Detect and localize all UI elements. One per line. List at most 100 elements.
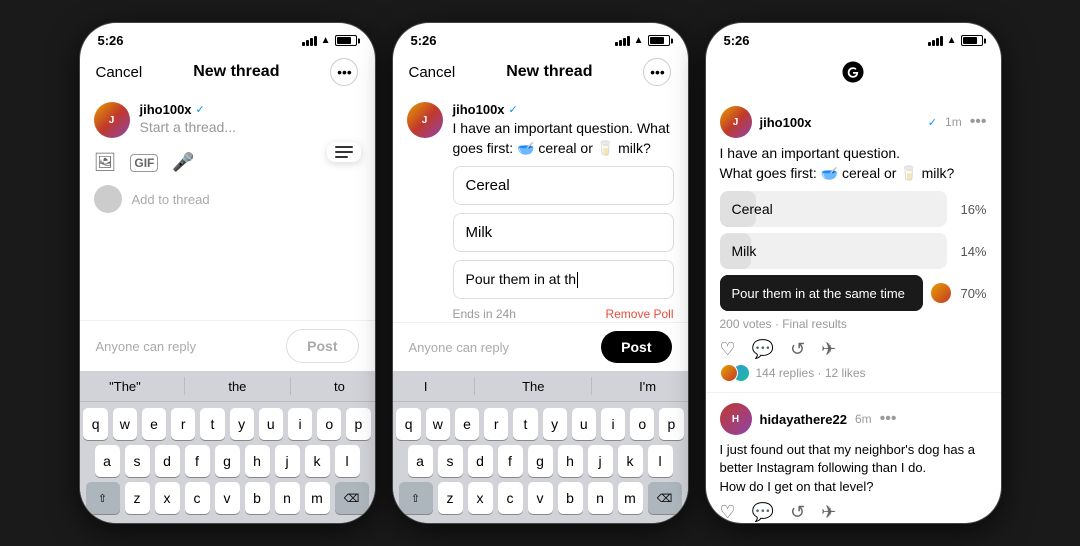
key-m[interactable]: m bbox=[305, 482, 330, 514]
verified-badge-2: ✓ bbox=[509, 103, 518, 116]
poll-input-third[interactable]: Pour them in at th bbox=[453, 260, 674, 299]
key-d[interactable]: d bbox=[155, 445, 180, 477]
key-r[interactable]: r bbox=[171, 408, 195, 440]
key-shift[interactable]: ⇧ bbox=[86, 482, 120, 514]
status-bar-3: 5:26 ▲ bbox=[706, 23, 1001, 52]
thread-placeholder-1[interactable]: Start a thread... bbox=[140, 119, 361, 135]
key-y[interactable]: y bbox=[230, 408, 254, 440]
key-l[interactable]: l bbox=[335, 445, 360, 477]
comment-icon-comment[interactable]: 💬 bbox=[752, 502, 774, 523]
suggestion-2-2[interactable]: I'm bbox=[639, 379, 656, 394]
keyboard-1: "The" the to q w e r t y u i o p a s d bbox=[80, 371, 375, 523]
key-row-1-1: a s d f g h j k l bbox=[84, 445, 371, 477]
nav-bar-2: Cancel New thread ••• bbox=[393, 52, 688, 94]
key-row-1-2: ⇧ z x c v b n m ⌫ bbox=[84, 482, 371, 514]
image-icon[interactable]: 🖼 bbox=[94, 152, 117, 173]
remove-poll-button[interactable]: Remove Poll bbox=[605, 307, 673, 321]
feed-post-header: J jiho100x ✓ 1m ••• bbox=[720, 106, 987, 138]
username-row-2: jiho100x ✓ bbox=[453, 102, 674, 117]
user-row-2: J jiho100x ✓ I have an important questio… bbox=[407, 102, 674, 158]
suggestion-1-2[interactable]: to bbox=[334, 379, 345, 394]
signal-icon bbox=[302, 36, 317, 46]
user-row-1: J jiho100x ✓ Start a thread... bbox=[94, 102, 361, 138]
poll-ends: Ends in 24h bbox=[453, 307, 516, 321]
status-bar-1: 5:26 ▲ bbox=[80, 23, 375, 52]
poll-option-milk[interactable]: Milk bbox=[453, 213, 674, 252]
feed-content: J jiho100x ✓ 1m ••• I have an important … bbox=[706, 96, 1001, 523]
key-a[interactable]: a bbox=[95, 445, 120, 477]
poll-bar-winner: Pour them in at the same time bbox=[720, 275, 923, 311]
key-k[interactable]: k bbox=[305, 445, 330, 477]
poll-input-text: Pour them in at th bbox=[466, 271, 577, 287]
key-g[interactable]: g bbox=[215, 445, 240, 477]
key-t[interactable]: t bbox=[200, 408, 224, 440]
time-1: 5:26 bbox=[98, 33, 124, 48]
footer-bar-2: Anyone can reply Post bbox=[393, 322, 688, 371]
feed-verified: ✓ bbox=[928, 116, 937, 129]
suggestion-1-1[interactable]: the bbox=[228, 379, 246, 394]
key-p[interactable]: p bbox=[346, 408, 370, 440]
gif-icon[interactable]: GIF bbox=[130, 154, 158, 172]
repost-icon-main[interactable]: ↺ bbox=[790, 339, 805, 360]
wifi-icon: ▲ bbox=[321, 35, 331, 46]
poll-votes: 200 votes · Final results bbox=[720, 317, 987, 331]
cancel-button-1[interactable]: Cancel bbox=[96, 64, 143, 81]
phone-2: 5:26 ▲ Cancel New thread ••• J jiho100x … bbox=[393, 23, 688, 523]
keyboard-suggestions-1: "The" the to bbox=[80, 371, 375, 402]
poll-option-cereal[interactable]: Cereal bbox=[453, 166, 674, 205]
key-o[interactable]: o bbox=[317, 408, 341, 440]
key-j[interactable]: j bbox=[275, 445, 300, 477]
keyboard-rows-2: q w e r t y u i o p a s d f g h j k l bbox=[393, 402, 688, 523]
post-button-1[interactable]: Post bbox=[286, 329, 358, 363]
heart-icon-comment[interactable]: ♡ bbox=[720, 502, 736, 523]
key-i[interactable]: i bbox=[288, 408, 312, 440]
feed-more-button[interactable]: ••• bbox=[970, 113, 987, 131]
poll-results: Cereal 16% Milk 14% Pour them in bbox=[720, 191, 987, 311]
key-w[interactable]: w bbox=[113, 408, 137, 440]
key-delete[interactable]: ⌫ bbox=[335, 482, 369, 514]
more-button-2[interactable]: ••• bbox=[643, 58, 671, 86]
share-icon-main[interactable]: ✈ bbox=[821, 339, 836, 360]
add-thread-text[interactable]: Add to thread bbox=[132, 192, 210, 207]
status-icons-3: ▲ bbox=[928, 35, 983, 46]
verified-badge-1: ✓ bbox=[196, 103, 205, 116]
suggestion-2-1[interactable]: The bbox=[522, 379, 544, 394]
key-row-2-2: ⇧ z x c v b n m ⌫ bbox=[397, 482, 684, 514]
key-h[interactable]: h bbox=[245, 445, 270, 477]
feed-post-text: I have an important question.What goes f… bbox=[720, 144, 987, 183]
comment-time: 6m bbox=[855, 412, 872, 426]
poll-footer: Ends in 24h Remove Poll bbox=[453, 307, 674, 321]
more-button-1[interactable]: ••• bbox=[330, 58, 358, 86]
key-b[interactable]: b bbox=[245, 482, 270, 514]
suggestion-1-0[interactable]: "The" bbox=[109, 379, 141, 394]
key-c[interactable]: c bbox=[185, 482, 210, 514]
suggestion-2-0[interactable]: I bbox=[424, 379, 428, 394]
action-row-comment: ♡ 💬 ↺ ✈ bbox=[720, 502, 987, 523]
key-e[interactable]: e bbox=[142, 408, 166, 440]
audience-text-2: Anyone can reply bbox=[409, 340, 509, 355]
comment-post: H hidayathere22 6m ••• I just found out … bbox=[706, 393, 1001, 523]
key-z[interactable]: z bbox=[125, 482, 150, 514]
key-q[interactable]: q bbox=[83, 408, 107, 440]
comment-icon-main[interactable]: 💬 bbox=[752, 339, 774, 360]
key-v[interactable]: v bbox=[215, 482, 240, 514]
key-u[interactable]: u bbox=[259, 408, 283, 440]
poll-label-cereal: Cereal bbox=[720, 201, 773, 217]
reply-avatar-1 bbox=[720, 364, 738, 382]
repost-icon-comment[interactable]: ↺ bbox=[790, 502, 805, 523]
user-info-2: jiho100x ✓ I have an important question.… bbox=[453, 102, 674, 158]
mic-icon[interactable]: 🎤 bbox=[172, 152, 194, 173]
editor-toolbar-1: 🖼 GIF 🎤 bbox=[94, 146, 361, 179]
comment-more-button[interactable]: ••• bbox=[880, 410, 897, 428]
key-s[interactable]: s bbox=[125, 445, 150, 477]
key-f[interactable]: f bbox=[185, 445, 210, 477]
share-icon-comment[interactable]: ✈ bbox=[821, 502, 836, 523]
post-button-2[interactable]: Post bbox=[601, 331, 671, 363]
menu-icon[interactable] bbox=[327, 142, 361, 162]
battery-icon bbox=[335, 35, 357, 46]
cancel-button-2[interactable]: Cancel bbox=[409, 64, 456, 81]
key-x[interactable]: x bbox=[155, 482, 180, 514]
key-n[interactable]: n bbox=[275, 482, 300, 514]
heart-icon-main[interactable]: ♡ bbox=[720, 339, 736, 360]
reply-count: 144 replies · 12 likes bbox=[756, 366, 866, 380]
